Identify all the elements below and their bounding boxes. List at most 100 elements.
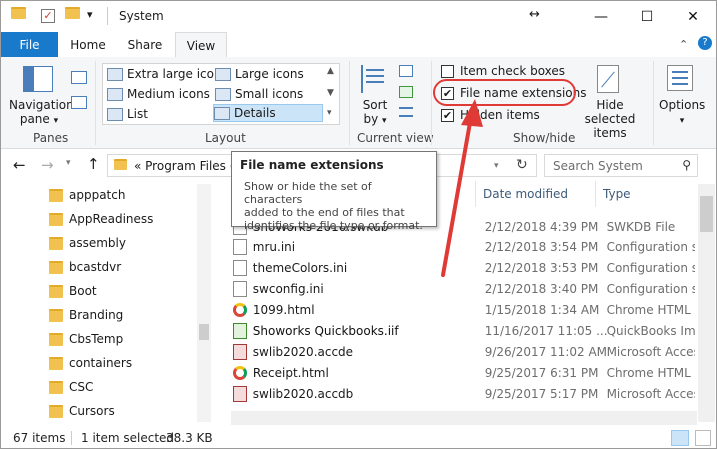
file-row[interactable]: swlib2020.accde 9/26/2017 11:02 AM Microso… <box>233 341 695 362</box>
sort-by-label: Sort <box>362 98 388 112</box>
gallery-scroll-down-icon[interactable]: ▼ <box>327 88 334 98</box>
file-row[interactable]: Showorks Quickbooks.iif 11/16/2017 11:05 … <box>233 320 695 341</box>
preview-pane-icon[interactable] <box>71 71 87 84</box>
tree-item[interactable]: Cursors <box>49 401 115 421</box>
address-dropdown-icon[interactable]: ▾ <box>494 161 499 171</box>
gallery-scroll-up-icon[interactable]: ▲ <box>327 66 334 76</box>
layout-details[interactable]: Details <box>213 104 323 122</box>
tree-item-label: apppatch <box>69 188 126 202</box>
settings-file-icon <box>233 259 247 276</box>
navigation-tree: apppatch AppReadiness assembly bcastdvr … <box>1 181 211 427</box>
group-by-icon[interactable] <box>399 65 413 77</box>
tree-scrollbar[interactable] <box>197 184 211 422</box>
folder-icon <box>49 380 63 394</box>
current-view-group-label: Current view <box>357 131 434 145</box>
layout-medium-icons[interactable]: Medium icons <box>107 85 210 103</box>
folder-icon <box>49 332 63 346</box>
status-size: 38.3 KB <box>166 431 213 445</box>
small-icons-icon <box>215 87 231 101</box>
gallery-more-icon[interactable]: ▾ <box>327 108 332 118</box>
tree-item[interactable]: bcastdvr <box>49 257 121 277</box>
tree-item-label: CbsTemp <box>69 332 124 346</box>
layout-small-icons[interactable]: Small icons <box>215 85 303 103</box>
file-name: swlib2020.accde <box>252 344 354 359</box>
layout-group-label: Layout <box>205 131 246 145</box>
scrollbar-thumb[interactable] <box>700 196 713 232</box>
size-columns-icon[interactable] <box>399 107 413 117</box>
file-type: Configuration sett <box>606 239 695 254</box>
tree-item-label: Branding <box>69 308 124 322</box>
file-row[interactable]: Receipt.html 9/25/2017 6:31 PM Chrome HTML… <box>233 362 695 383</box>
status-item-count: 67 items <box>13 431 66 445</box>
tree-item[interactable]: CSC <box>49 377 93 397</box>
column-header-type[interactable]: Type <box>603 187 631 201</box>
horizontal-scrollbar[interactable] <box>231 411 697 425</box>
layout-list[interactable]: List <box>107 105 148 123</box>
tooltip-body-line: Show or hide the set of characters <box>244 180 372 206</box>
navigation-pane-icon[interactable] <box>23 66 53 92</box>
folder-icon <box>49 260 63 274</box>
forward-arrow-icon[interactable]: → <box>41 156 54 174</box>
layout-label: Large icons <box>235 67 304 81</box>
refresh-icon[interactable]: ↻ <box>516 157 528 173</box>
tab-share[interactable]: Share <box>121 32 169 58</box>
maximize-button[interactable]: ☐ <box>624 1 670 32</box>
ribbon-tabs: File Home Share View ⌃ ? <box>1 32 716 58</box>
details-view-icon[interactable] <box>671 430 689 446</box>
folder-icon <box>49 356 63 370</box>
large-icons-icon <box>215 67 231 81</box>
column-header-date-modified[interactable]: Date modified <box>483 187 568 201</box>
close-button[interactable]: ✕ <box>670 1 716 32</box>
navigation-pane-label: Navigation <box>9 98 74 112</box>
chrome-icon <box>233 365 247 380</box>
tree-item[interactable]: apppatch <box>49 185 125 205</box>
tab-home[interactable]: Home <box>65 32 111 58</box>
item-check-boxes-label: Item check boxes <box>460 64 566 78</box>
medium-icons-icon <box>107 87 123 101</box>
file-date: 9/25/2017 6:31 PM <box>484 365 599 380</box>
tree-item[interactable]: Boot <box>49 281 97 301</box>
new-folder-icon[interactable] <box>65 7 80 25</box>
hide-selected-items-button[interactable]: Hide selected items <box>573 98 647 140</box>
layout-extra-large-icons[interactable]: Extra large icons <box>107 65 228 83</box>
options-icon <box>667 65 693 91</box>
file-date: 2/12/2018 3:54 PM <box>484 239 599 254</box>
layout-large-icons[interactable]: Large icons <box>215 65 304 83</box>
tree-item[interactable]: CbsTemp <box>49 329 123 349</box>
back-arrow-icon[interactable]: ← <box>13 156 26 174</box>
recent-locations-icon[interactable]: ▾ <box>66 158 71 168</box>
sort-by-button[interactable]: Sort by ▾ <box>359 98 391 128</box>
details-pane-icon[interactable] <box>71 96 87 109</box>
file-name: Showorks Quickbooks.iif <box>252 323 399 338</box>
settings-file-icon <box>233 280 247 297</box>
tree-item[interactable]: assembly <box>49 233 126 253</box>
large-icons-view-icon[interactable] <box>695 430 711 446</box>
tree-item-label: Cursors <box>69 404 115 418</box>
quick-access-dropdown-icon[interactable]: ▾ <box>87 8 93 26</box>
tooltip-body-line: identifies the file type or format. <box>244 219 423 232</box>
tree-item[interactable]: Branding <box>49 305 123 325</box>
help-icon[interactable]: ? <box>698 36 712 50</box>
tree-item-label: Boot <box>69 284 97 298</box>
properties-icon[interactable]: ✓ <box>41 9 55 23</box>
tree-item[interactable]: AppReadiness <box>49 209 153 229</box>
collapse-ribbon-icon[interactable]: ⌃ <box>679 38 688 51</box>
file-row[interactable]: 1099.html 1/15/2018 1:34 AM Chrome HTML Do <box>233 299 695 320</box>
layout-label: Small icons <box>235 87 304 101</box>
up-arrow-icon[interactable]: ↑ <box>87 155 100 173</box>
minimize-button[interactable]: — <box>578 1 624 32</box>
file-row[interactable]: swlib2020.accdb 9/25/2017 5:17 PM Microsof… <box>233 383 695 404</box>
tab-file[interactable]: File <box>1 32 58 58</box>
file-name: swconfig.ini <box>252 281 324 296</box>
tab-view[interactable]: View <box>175 32 227 58</box>
search-input[interactable]: Search System ⚲ <box>544 154 698 177</box>
annotation-arrow <box>441 99 483 277</box>
tree-item[interactable]: containers <box>49 353 132 373</box>
options-button[interactable]: Options ▾ <box>659 98 705 128</box>
item-check-boxes-checkbox[interactable] <box>441 64 454 78</box>
add-columns-icon[interactable] <box>399 86 413 98</box>
item-check-boxes-option[interactable]: Item check boxes <box>441 64 565 78</box>
folder-icon <box>11 7 26 25</box>
navigation-pane-button[interactable]: Navigation pane ▾ <box>9 98 74 128</box>
extra-large-icons-icon <box>107 67 123 81</box>
